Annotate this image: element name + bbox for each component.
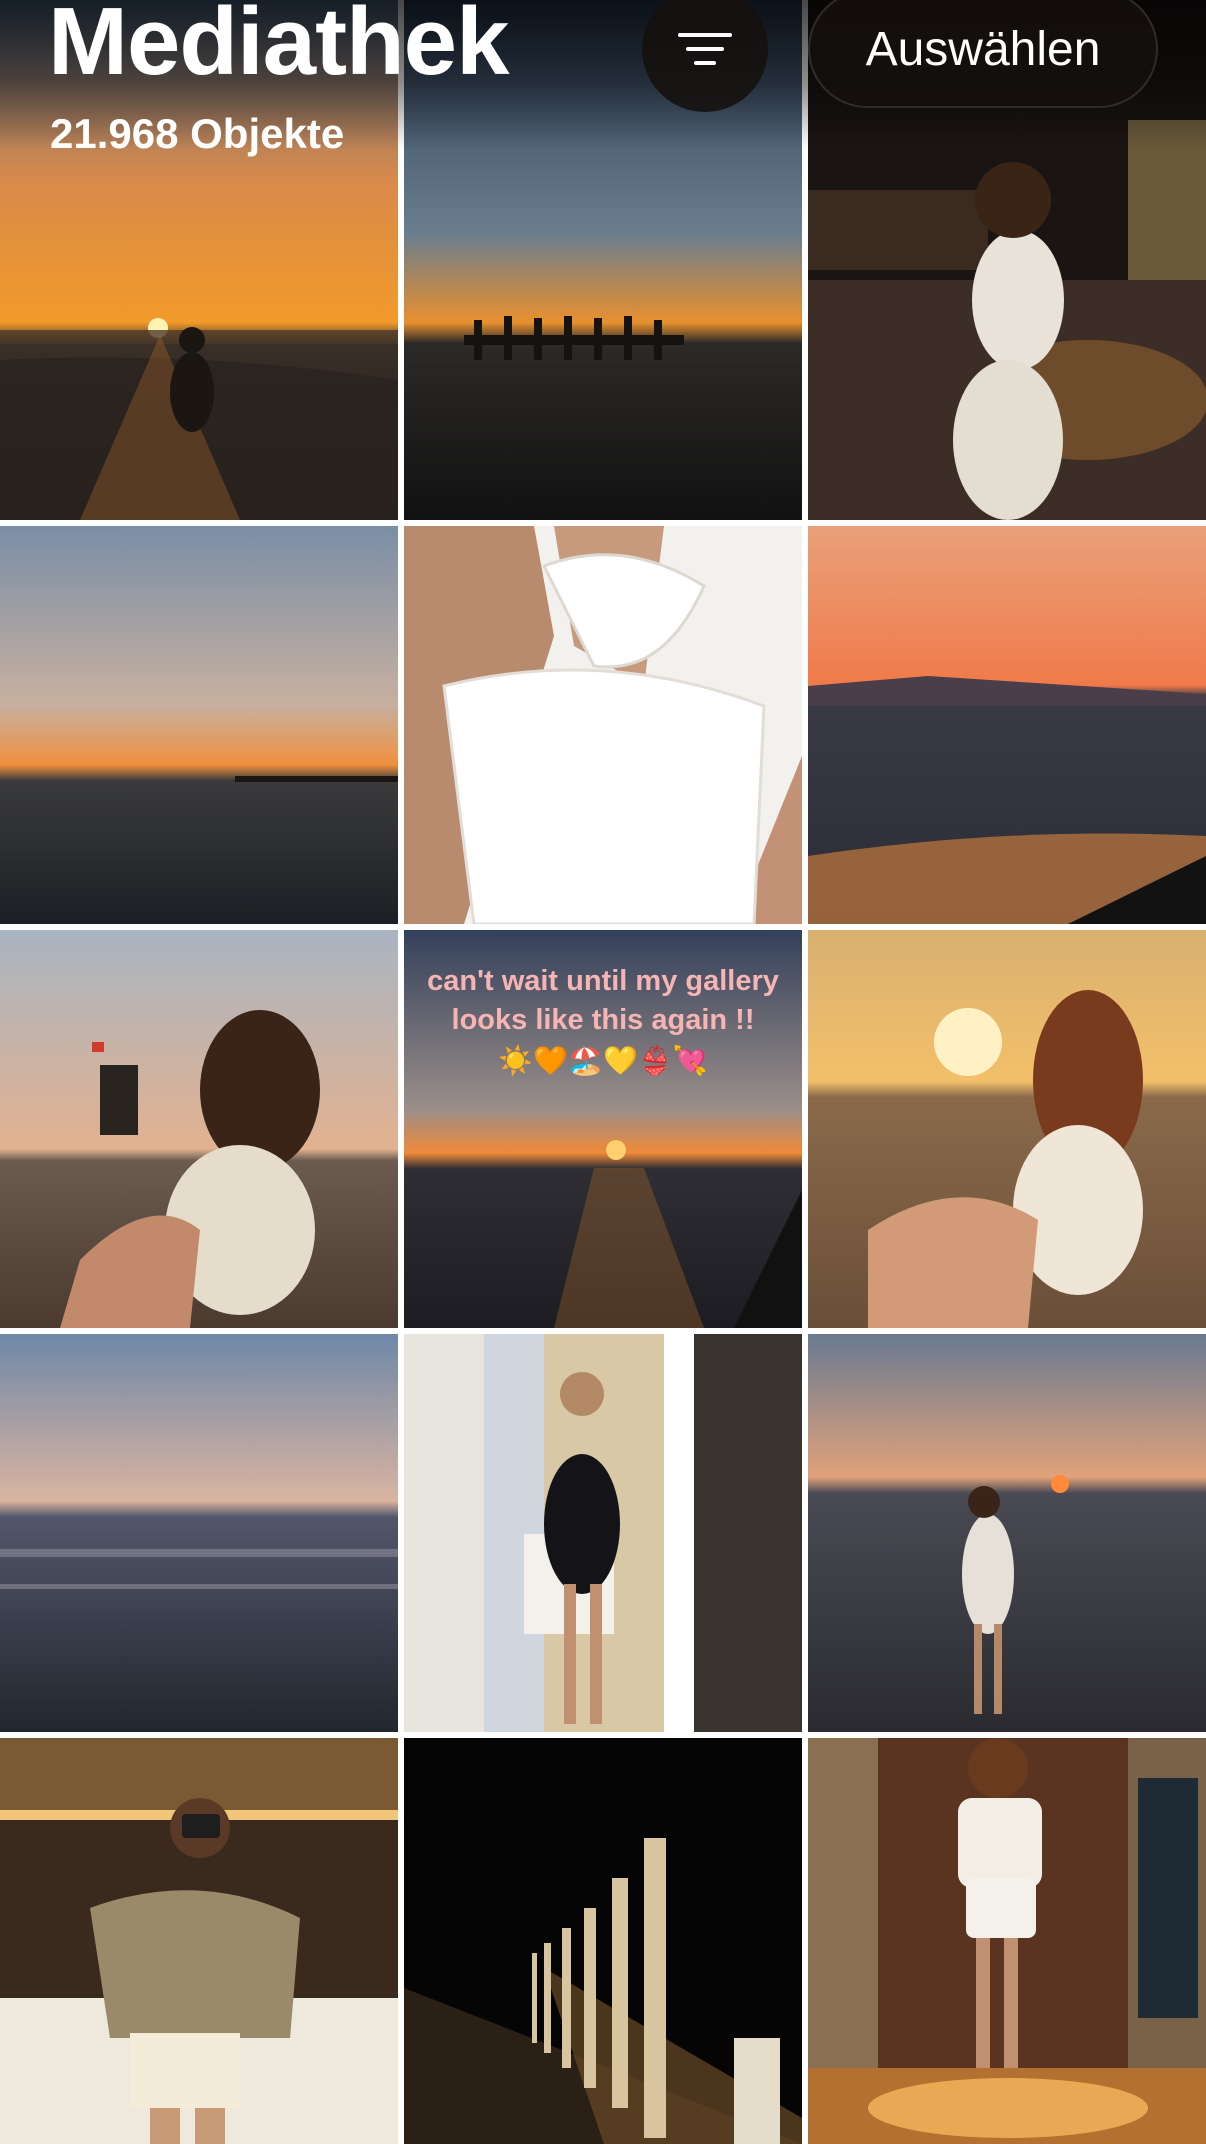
- page-title: Mediathek: [48, 0, 509, 95]
- image-caption-emoji: ☀️🧡🏖️💛👙💘: [498, 1044, 708, 1077]
- photo-tile[interactable]: [0, 526, 398, 924]
- photo-tile[interactable]: [404, 526, 802, 924]
- photo-tile[interactable]: [808, 1738, 1206, 2144]
- photo-tile[interactable]: [808, 526, 1206, 924]
- filter-lines-icon: [678, 33, 732, 65]
- image-caption-text: can't wait until my gallery looks like t…: [427, 965, 779, 1036]
- photo-tile[interactable]: [0, 930, 398, 1328]
- photo-tile[interactable]: [808, 930, 1206, 1328]
- photo-tile[interactable]: [404, 1334, 802, 1732]
- photo-tile[interactable]: [0, 1334, 398, 1732]
- photo-tile[interactable]: [0, 1738, 398, 2144]
- photo-tile[interactable]: [808, 1334, 1206, 1732]
- item-count: 21.968 Objekte: [50, 110, 345, 157]
- select-button[interactable]: Auswählen: [808, 0, 1158, 108]
- photo-tile[interactable]: [404, 1738, 802, 2144]
